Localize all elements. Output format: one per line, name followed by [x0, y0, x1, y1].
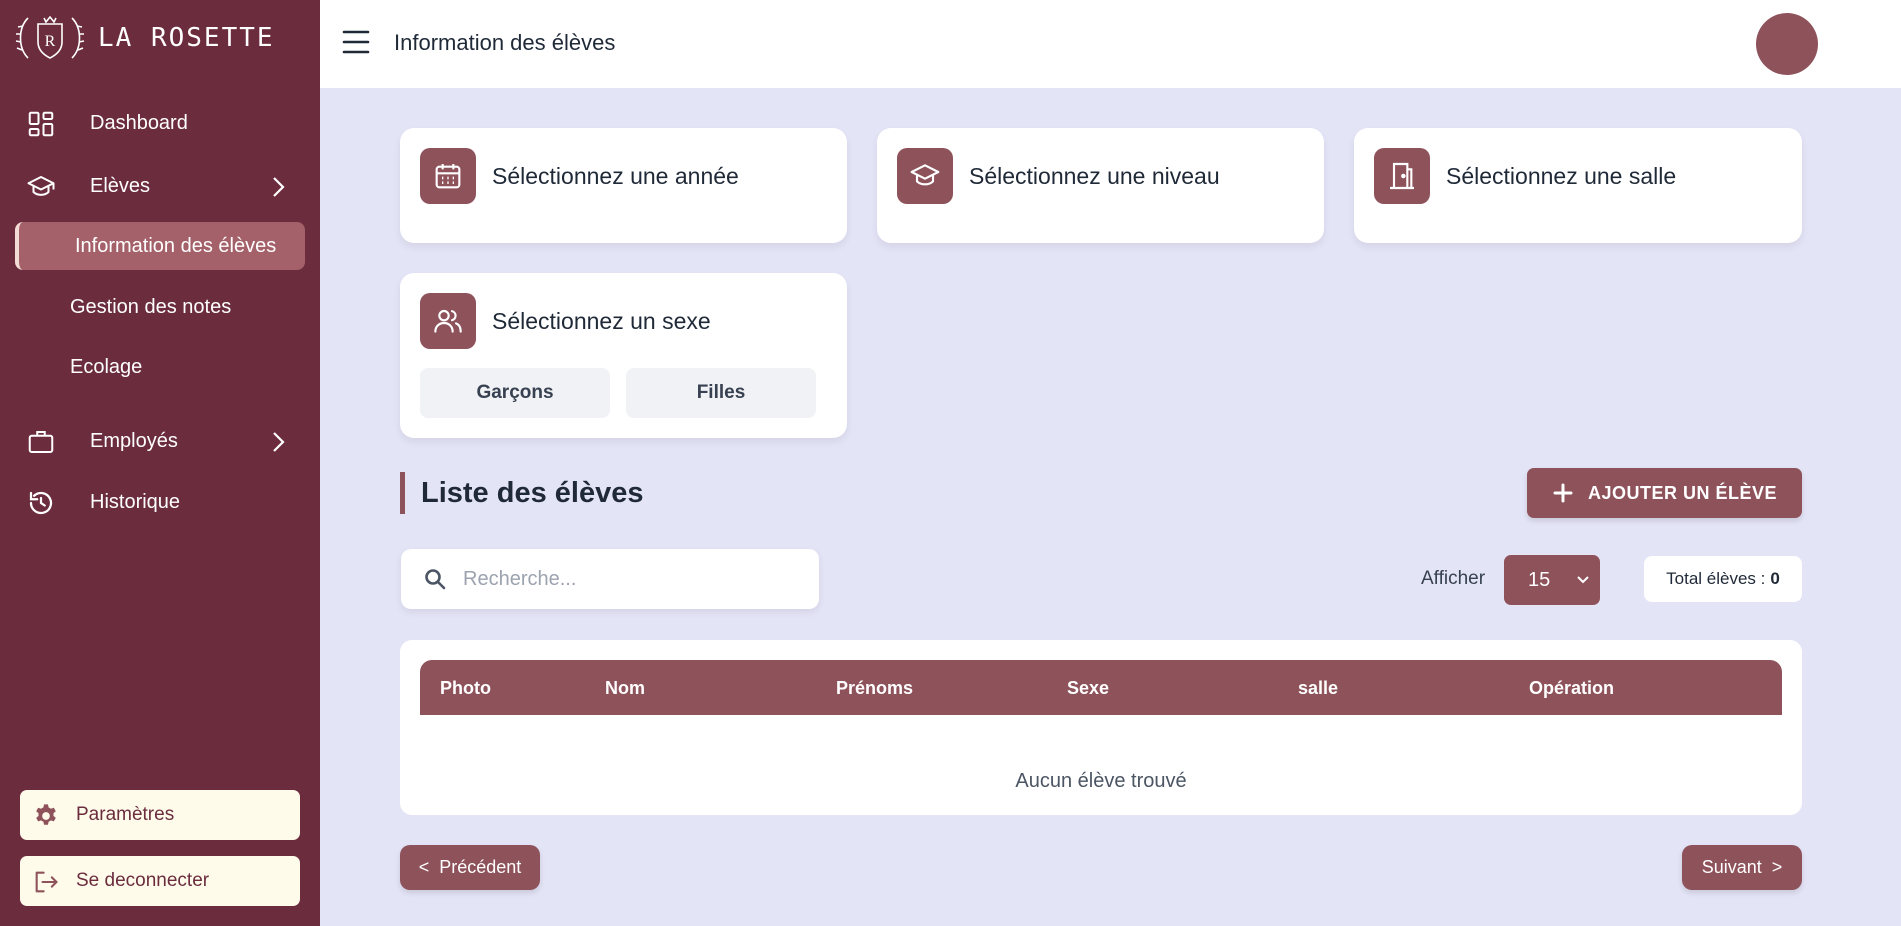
room-filter-card: Sélectionnez une salle [1354, 128, 1802, 243]
hamburger-menu-icon[interactable] [342, 28, 370, 56]
room-select-label: Sélectionnez une salle [1446, 162, 1677, 189]
column-header-nom[interactable]: Nom [605, 678, 645, 699]
sidebar-subitem-gestion-notes[interactable]: Gestion des notes [70, 283, 300, 331]
brand-name: LA ROSETTE [98, 23, 275, 53]
year-select-label: Sélectionnez une année [492, 162, 739, 189]
year-select[interactable]: Sélectionnez une année [420, 148, 739, 204]
column-header-salle[interactable]: salle [1298, 678, 1338, 699]
sidebar-item-label: Dashboard [90, 111, 188, 134]
total-students-badge: Total élèves : 0 [1644, 556, 1802, 602]
sex-select[interactable]: Sélectionnez un sexe [420, 293, 711, 349]
graduation-cap-icon [897, 148, 953, 204]
page-size-label: Afficher [1421, 568, 1486, 589]
sidebar: R LA ROSETTE Dashboard Elèves Informatio… [0, 0, 320, 926]
dashboard-grid-icon [28, 111, 54, 137]
sidebar-subitem-ecolage[interactable]: Ecolage [70, 343, 300, 391]
chevron-left-icon: < [418, 857, 430, 877]
add-student-label: AJOUTER UN ÉLÈVE [1587, 482, 1778, 503]
level-select-label: Sélectionnez une niveau [969, 162, 1220, 189]
boys-button[interactable]: Garçons [420, 368, 610, 418]
users-icon [420, 293, 476, 349]
briefcase-icon [28, 431, 54, 453]
table-header: Photo Nom Prénoms Sexe salle Opération [420, 660, 1782, 715]
sidebar-item-label: Elèves [90, 174, 151, 197]
page-size-value: 15 [1528, 568, 1551, 591]
settings-button[interactable]: Paramètres [20, 790, 300, 840]
sidebar-item-eleves[interactable]: Elèves [0, 158, 320, 214]
column-header-prenoms[interactable]: Prénoms [836, 678, 913, 699]
level-select[interactable]: Sélectionnez une niveau [897, 148, 1220, 204]
sidebar-item-historique[interactable]: Historique [0, 474, 320, 530]
svg-text:R: R [45, 33, 56, 50]
sidebar-subitem-label: Gestion des notes [70, 295, 232, 318]
next-label: Suivant [1701, 857, 1762, 877]
logout-label: Se deconnecter [76, 870, 210, 891]
gear-icon [36, 804, 56, 825]
page-title: Information des élèves [394, 30, 616, 55]
sidebar-item-employes[interactable]: Employés [0, 413, 320, 469]
total-students-label: Total élèves : [1666, 569, 1766, 588]
next-page-button[interactable]: Suivant > [1682, 845, 1802, 890]
column-header-operation[interactable]: Opération [1529, 678, 1614, 699]
logout-icon [35, 871, 58, 893]
previous-label: Précédent [439, 857, 522, 877]
graduation-cap-icon [27, 176, 55, 196]
level-filter-card: Sélectionnez une niveau [877, 128, 1324, 243]
calendar-icon [420, 148, 476, 204]
plus-icon [1553, 483, 1573, 503]
logout-button[interactable]: Se deconnecter [20, 856, 300, 906]
search-box [401, 549, 819, 609]
avatar[interactable] [1756, 13, 1818, 75]
sex-filter-card: Sélectionnez un sexe Garçons Filles [400, 273, 847, 438]
chevron-right-icon [273, 432, 285, 452]
section-title: Liste des élèves [400, 472, 643, 514]
search-input[interactable] [463, 559, 803, 599]
year-filter-card: Sélectionnez une année [400, 128, 847, 243]
previous-page-button[interactable]: < Précédent [400, 845, 540, 890]
sidebar-subitem-label: Information des élèves [75, 234, 277, 257]
rosette-logo-icon: R [15, 15, 85, 59]
sex-select-label: Sélectionnez un sexe [492, 307, 711, 334]
search-icon [425, 569, 446, 590]
room-select[interactable]: Sélectionnez une salle [1374, 148, 1676, 204]
girls-button[interactable]: Filles [626, 368, 816, 418]
students-table: Photo Nom Prénoms Sexe salle Opération A… [400, 640, 1802, 815]
history-icon [29, 491, 53, 515]
chevron-down-icon [1577, 576, 1589, 584]
sidebar-subitem-information-eleves[interactable]: Information des élèves [15, 222, 305, 270]
chevron-right-icon: > [1771, 857, 1783, 877]
sidebar-subitem-label: Ecolage [70, 355, 143, 378]
topbar: Information des élèves [320, 0, 1901, 88]
sidebar-item-label: Employés [90, 429, 178, 452]
add-student-button[interactable]: AJOUTER UN ÉLÈVE [1527, 468, 1802, 518]
sidebar-item-dashboard[interactable]: Dashboard [0, 95, 320, 151]
brand[interactable]: R LA ROSETTE [14, 10, 275, 66]
chevron-right-icon [273, 177, 285, 197]
column-header-sexe[interactable]: Sexe [1067, 678, 1109, 699]
settings-label: Paramètres [76, 804, 175, 825]
door-icon [1374, 148, 1430, 204]
empty-state-message: Aucun élève trouvé [1015, 770, 1187, 792]
total-students-value: 0 [1770, 569, 1780, 588]
column-header-photo[interactable]: Photo [440, 678, 491, 699]
sidebar-item-label: Historique [90, 490, 181, 513]
page-size-select[interactable]: 15 [1504, 555, 1600, 605]
